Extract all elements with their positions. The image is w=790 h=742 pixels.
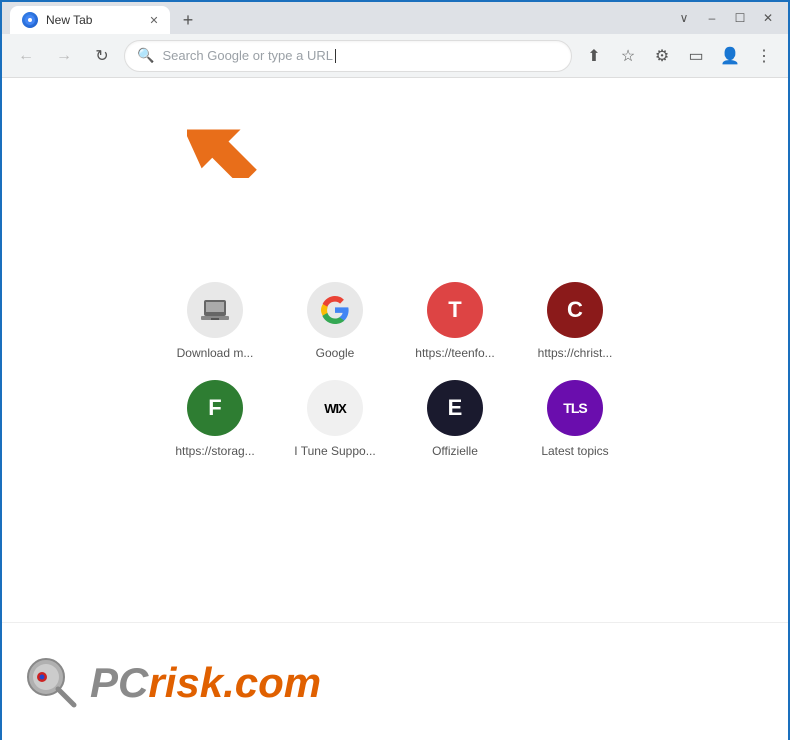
refresh-button[interactable]: ↻ [86,40,118,72]
shortcut-icon-offizielle: E [427,380,483,436]
tab-close-button[interactable]: ✕ [146,12,162,28]
share-button[interactable]: ⬆ [578,40,610,72]
shortcuts-grid: Download m... Google Thttps://teenfo... Ch… [165,282,625,458]
menu-button[interactable]: ⋮ [748,40,780,72]
shortcut-item-offizielle[interactable]: E Offizielle [405,380,505,458]
shortcut-icon-teenforum: T [427,282,483,338]
shortcut-icon-google [307,282,363,338]
nav-right-icons: ⬆ ☆ ⚙ ▭ 👤 ⋮ [578,40,780,72]
chevron-down-button[interactable]: ∨ [672,6,696,30]
shortcut-label-storage: https://storag... [175,444,254,458]
shortcut-icon-christforum: C [547,282,603,338]
new-tab-button[interactable]: + [174,6,202,34]
shortcut-label-wix: I Tune Suppo... [294,444,375,458]
tab-favicon [22,12,38,28]
address-text: Search Google or type a URL [162,48,559,64]
active-tab[interactable]: New Tab ✕ [10,6,170,34]
pcrisk-logo: PCrisk.com [22,653,321,713]
shortcut-item-storage[interactable]: Fhttps://storag... [165,380,265,458]
title-bar: New Tab ✕ + ∨ – ☐ ✕ [2,2,788,34]
back-button[interactable]: ← [10,40,42,72]
minimize-button[interactable]: – [700,6,724,30]
shortcut-icon-download [187,282,243,338]
shortcut-label-christforum: https://christ... [538,346,613,360]
watermark: PCrisk.com [2,622,788,742]
close-button[interactable]: ✕ [756,6,780,30]
restore-button[interactable]: ☐ [728,6,752,30]
shortcut-icon-wix: WIX [307,380,363,436]
shortcut-label-teenforum: https://teenfo... [415,346,494,360]
shortcut-icon-storage: F [187,380,243,436]
tab-area: New Tab ✕ + [10,2,672,34]
shortcut-label-offizielle: Offizielle [432,444,478,458]
shortcut-label-latesttopics: Latest topics [541,444,608,458]
shortcut-item-teenforum[interactable]: Thttps://teenfo... [405,282,505,360]
content-area: Download m... Google Thttps://teenfo... Ch… [2,78,788,622]
pcrisk-text: PCrisk.com [90,659,321,707]
shortcut-item-latesttopics[interactable]: TLS Latest topics [525,380,625,458]
nav-bar: ← → ↻ 🔍 Search Google or type a URL ⬆ ☆ … [2,34,788,78]
shortcut-label-google: Google [316,346,355,360]
tab-title: New Tab [46,13,92,27]
shortcut-item-christforum[interactable]: Chttps://christ... [525,282,625,360]
cast-button[interactable]: ▭ [680,40,712,72]
address-bar[interactable]: 🔍 Search Google or type a URL [124,40,572,72]
profile-button[interactable]: 👤 [714,40,746,72]
shortcut-label-download: Download m... [177,346,254,360]
forward-button[interactable]: → [48,40,80,72]
orange-arrow [187,88,287,178]
pcrisk-icon [22,653,82,713]
shortcut-item-google[interactable]: Google [285,282,385,360]
shortcut-item-wix[interactable]: WIX I Tune Suppo... [285,380,385,458]
search-icon: 🔍 [137,47,154,64]
shortcut-icon-latesttopics: TLS [547,380,603,436]
extension-button[interactable]: ⚙ [646,40,678,72]
bookmark-button[interactable]: ☆ [612,40,644,72]
window-controls: ∨ – ☐ ✕ [672,6,780,30]
shortcut-item-download[interactable]: Download m... [165,282,265,360]
